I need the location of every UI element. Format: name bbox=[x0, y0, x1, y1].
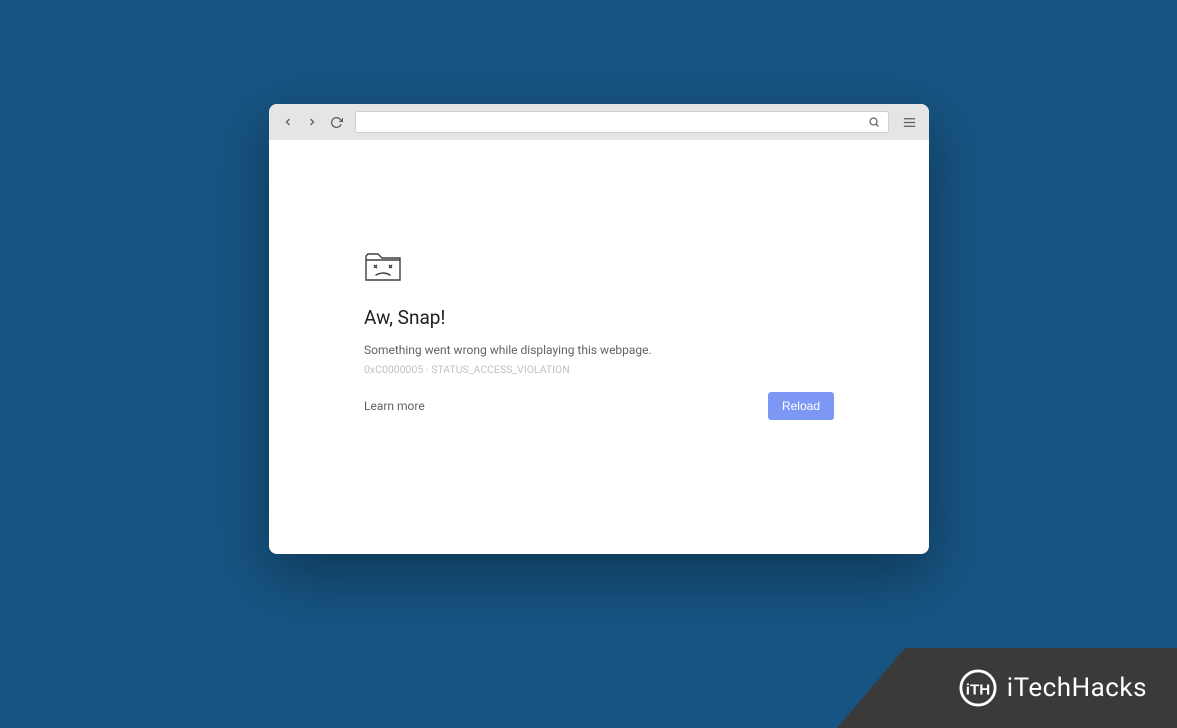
hamburger-icon bbox=[902, 115, 917, 130]
watermark-banner: iTH iTechHacks bbox=[837, 648, 1177, 728]
error-page-content: Aw, Snap! Something went wrong while dis… bbox=[269, 140, 929, 420]
error-actions: Learn more Reload bbox=[364, 392, 834, 420]
reload-icon bbox=[330, 116, 343, 129]
error-code: 0xC0000005 · STATUS_ACCESS_VIOLATION bbox=[364, 363, 834, 376]
sad-folder-icon bbox=[364, 250, 834, 288]
address-bar[interactable] bbox=[355, 111, 889, 133]
brand-logo-icon: iTH bbox=[959, 669, 997, 707]
back-button[interactable] bbox=[279, 113, 297, 131]
svg-text:iTH: iTH bbox=[966, 682, 990, 699]
browser-toolbar bbox=[269, 104, 929, 140]
chevron-right-icon bbox=[306, 116, 318, 128]
error-message: Something went wrong while displaying th… bbox=[364, 343, 834, 357]
learn-more-link[interactable]: Learn more bbox=[364, 399, 425, 413]
menu-button[interactable] bbox=[899, 112, 919, 132]
address-input[interactable] bbox=[364, 115, 868, 129]
chevron-left-icon bbox=[282, 116, 294, 128]
brand-name: iTechHacks bbox=[1007, 673, 1147, 703]
browser-window: Aw, Snap! Something went wrong while dis… bbox=[269, 104, 929, 554]
reload-button[interactable]: Reload bbox=[768, 392, 834, 420]
search-icon bbox=[868, 116, 880, 128]
reload-toolbar-button[interactable] bbox=[327, 113, 345, 131]
error-title: Aw, Snap! bbox=[364, 306, 834, 329]
forward-button[interactable] bbox=[303, 113, 321, 131]
